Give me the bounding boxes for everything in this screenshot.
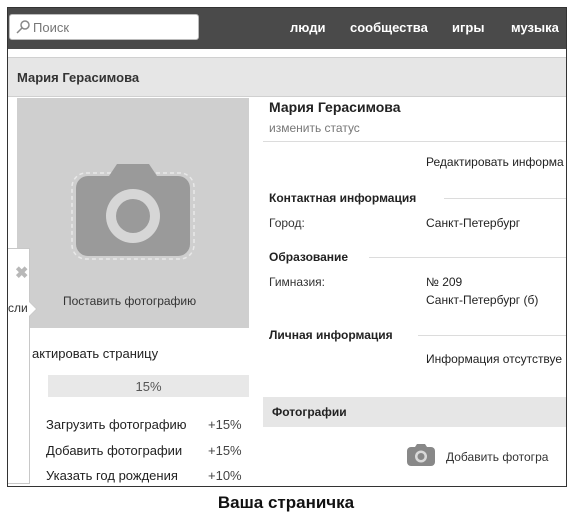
photos-section-header: Фотографии	[263, 397, 566, 427]
photos-title[interactable]: Фотографии	[272, 405, 347, 419]
edit-page-link[interactable]: актировать страницу	[32, 346, 158, 361]
add-photos-link[interactable]: Добавить фотогра	[446, 450, 548, 464]
profile-header: Мария Герасимова	[8, 57, 566, 97]
header-name[interactable]: Мария Герасимова	[17, 70, 139, 85]
task-birth-year-pct: +10%	[208, 468, 242, 483]
close-icon[interactable]: ✖	[15, 263, 28, 283]
task-add-photos-pct: +15%	[208, 443, 242, 458]
profile-photo-placeholder[interactable]: Поставить фотографию	[17, 98, 249, 328]
nav-item-people[interactable]: люди	[290, 20, 325, 35]
personal-section-title: Личная информация	[269, 328, 393, 342]
page-frame: Поиск люди сообщества игры музыка Мария …	[7, 7, 567, 487]
education-section-title: Образование	[269, 250, 349, 264]
section-divider	[444, 198, 566, 199]
task-upload-photo[interactable]: Загрузить фотографию	[46, 417, 187, 432]
personal-info-value: Информация отсутствуе	[426, 352, 563, 366]
task-birth-year[interactable]: Указать год рождения	[46, 468, 178, 483]
nav-item-communities[interactable]: сообщества	[350, 20, 428, 35]
divider	[263, 141, 566, 142]
task-add-photos[interactable]: Добавить фотографии	[46, 443, 182, 458]
school-city[interactable]: Санкт-Петербург (б)	[426, 293, 538, 307]
section-divider	[418, 335, 566, 336]
profile-name: Мария Герасимова	[269, 99, 401, 115]
task-upload-photo-pct: +15%	[208, 417, 242, 432]
school-value[interactable]: № 209	[426, 275, 462, 289]
camera-icon	[71, 164, 195, 260]
popup-arrow-inner	[29, 302, 36, 316]
city-label: Город:	[269, 216, 305, 230]
edit-info-link[interactable]: Редактировать информа	[426, 155, 564, 169]
camera-icon	[407, 444, 435, 466]
city-value[interactable]: Санкт-Петербург	[426, 216, 520, 230]
change-status-link[interactable]: изменить статус	[269, 121, 360, 135]
set-photo-link[interactable]: Поставить фотографию	[63, 294, 196, 308]
progress-label: 15%	[135, 379, 162, 394]
search-input[interactable]: Поиск	[9, 14, 199, 40]
figure-caption: Ваша страничка	[217, 493, 355, 512]
profile-progress-bar: 15%	[48, 375, 249, 397]
search-placeholder: Поиск	[33, 20, 70, 35]
hint-popup: ✖ сли	[8, 248, 30, 484]
top-bar: Поиск люди сообщества игры музыка	[8, 8, 566, 49]
nav-item-games[interactable]: игры	[452, 20, 484, 35]
nav-item-music[interactable]: музыка	[511, 20, 559, 35]
section-divider	[369, 257, 566, 258]
popup-text: сли	[8, 301, 28, 315]
school-label: Гимназия:	[269, 275, 325, 289]
contacts-section-title: Контактная информация	[269, 191, 417, 205]
search-icon	[16, 20, 30, 34]
